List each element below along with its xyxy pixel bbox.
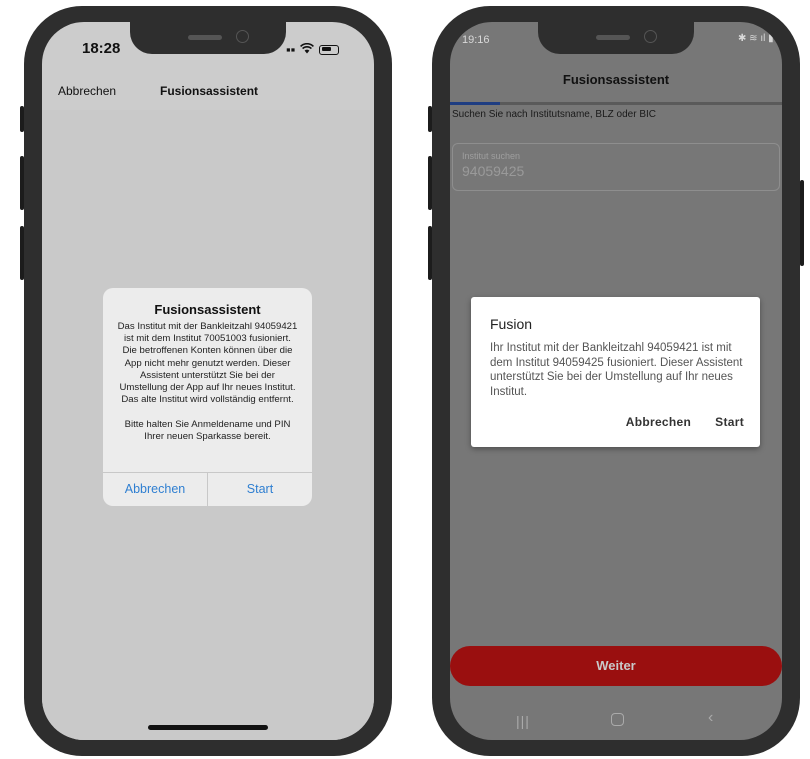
dialog-message: Ihr Institut mit der Bankleitzahl 940594… [490, 342, 743, 398]
power-button [800, 180, 804, 266]
dialog-cancel-button[interactable]: Abbrechen [626, 415, 691, 429]
alert-message: Das Institut mit der Bankleitzahl 940594… [117, 321, 298, 442]
speaker [188, 35, 222, 40]
camera-icon [644, 30, 657, 43]
mute-switch [20, 106, 24, 132]
volume-down-button [428, 226, 432, 280]
progress-bar [450, 102, 782, 105]
search-input-value[interactable]: 94059425 [462, 163, 524, 179]
search-input-label: Institut suchen [462, 151, 521, 161]
ios-screen: 18:28 ▪▪ Abbrechen Fusionsassistent Fusi… [42, 22, 374, 740]
alert-start-button[interactable]: Start [207, 473, 312, 506]
status-time: 18:28 [82, 40, 121, 57]
side-switch [428, 106, 432, 132]
alert-buttons: Abbrechen Start [103, 472, 312, 506]
alert-cancel-button[interactable]: Abbrechen [103, 473, 207, 506]
institute-search-input[interactable]: Institut suchen 94059425 [452, 143, 780, 191]
camera-icon [236, 30, 249, 43]
android-screen: 19:16 ✱ ≋ ıl ▮ Fusionsassistent Suchen S… [450, 22, 782, 740]
android-phone-frame: 19:16 ✱ ≋ ıl ▮ Fusionsassistent Suchen S… [428, 6, 804, 756]
continue-button[interactable]: Weiter [450, 646, 782, 686]
search-helper-text: Suchen Sie nach Institutsname, BLZ oder … [452, 109, 656, 120]
merger-alert: Fusionsassistent Das Institut mit der Ba… [103, 288, 312, 506]
status-icons: ▪▪ [286, 42, 340, 57]
home-icon[interactable] [611, 713, 624, 726]
volume-up-button [20, 156, 24, 210]
dialog-start-button[interactable]: Start [715, 415, 744, 429]
status-time: 19:16 [462, 34, 490, 46]
status-icons: ✱ ≋ ıl ▮ [738, 33, 774, 44]
notch [538, 22, 694, 54]
iphone-frame: 18:28 ▪▪ Abbrechen Fusionsassistent Fusi… [20, 6, 392, 756]
dialog-buttons: Abbrechen Start [626, 415, 744, 429]
app-bar: Fusionsassistent [450, 56, 782, 105]
dialog-title: Fusion [490, 316, 533, 332]
progress-fill [450, 102, 500, 105]
nav-cancel-button[interactable]: Abbrechen [58, 84, 116, 98]
notch [130, 22, 286, 54]
speaker [596, 35, 630, 40]
wifi-icon [300, 42, 315, 57]
battery-icon [319, 44, 340, 55]
volume-down-button [20, 226, 24, 280]
page-title: Fusionsassistent [562, 72, 670, 87]
recents-icon[interactable]: ||| [516, 713, 530, 729]
home-indicator[interactable] [148, 725, 268, 730]
back-icon[interactable]: ‹ [708, 709, 713, 727]
nav-bar: Abbrechen Fusionsassistent [42, 70, 374, 110]
nav-title: Fusionsassistent [160, 84, 259, 98]
alert-title: Fusionsassistent [154, 302, 261, 317]
volume-up-button [428, 156, 432, 210]
system-nav-bar: ||| ‹ [450, 698, 782, 740]
signal-icon: ▪▪ [286, 42, 296, 57]
merger-dialog: Fusion Ihr Institut mit der Bankleitzahl… [471, 297, 760, 447]
